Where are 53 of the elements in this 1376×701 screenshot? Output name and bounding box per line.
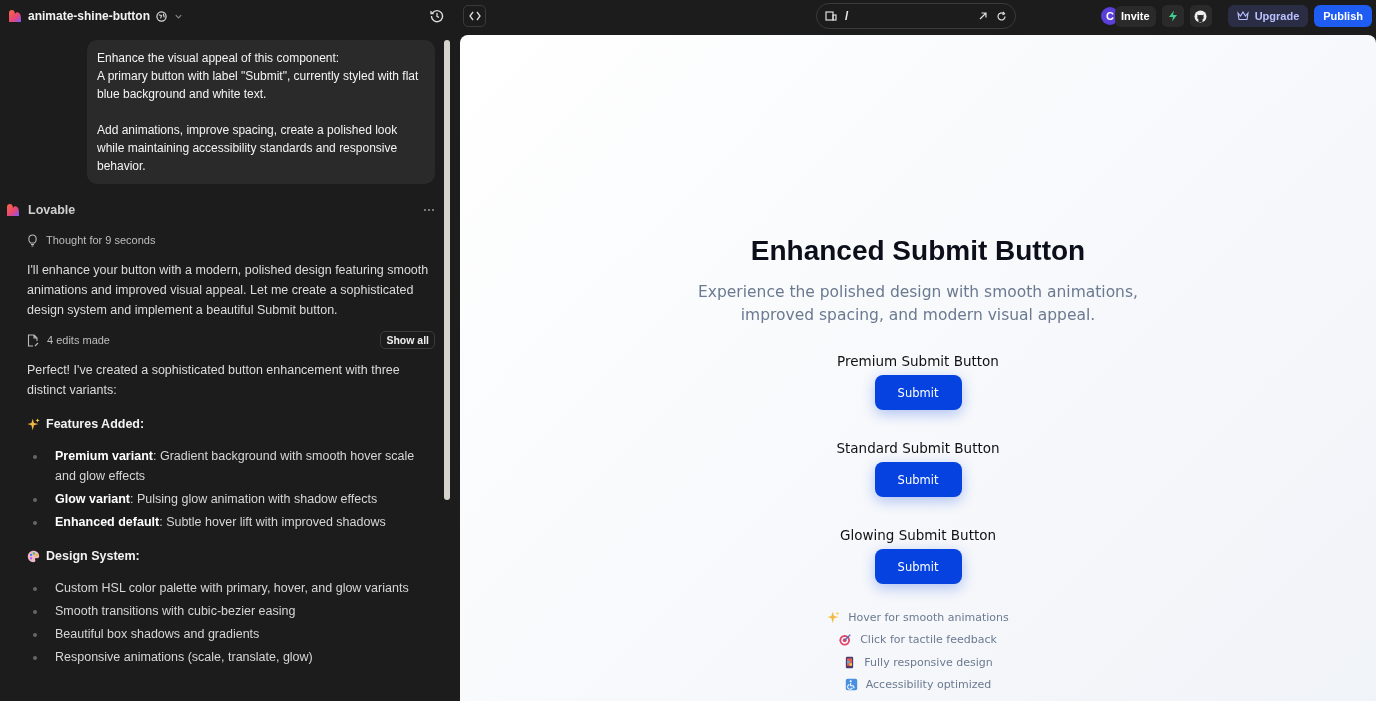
user-message: Enhance the visual appeal of this component: A primary button with label "Submit", currently styled with flat blue background and white text. Add animations, improve spacing, create a polished look while maintaining accessibility standards and responsive behavior. — [87, 40, 435, 184]
list-item: Custom HSL color palette with primary, hover, and glow variants — [55, 580, 409, 597]
feature-text: Fully responsive design — [864, 655, 993, 669]
file-edit-icon — [27, 333, 39, 347]
heart-logo-icon — [6, 203, 20, 217]
edits-count: 4 edits made — [47, 333, 110, 348]
list-item: Enhanced default: Subtle hover lift with improved shadows — [55, 514, 386, 531]
submit-button[interactable]: Submit — [874, 462, 962, 497]
feature-text: Hover for smooth animations — [848, 610, 1009, 624]
submit-button[interactable]: Submit — [874, 375, 962, 410]
upgrade-button[interactable]: Upgrade — [1227, 5, 1309, 27]
list-item: Glow variant: Pulsing glow animation with shadow effects — [55, 491, 378, 508]
assistant-name: Lovable — [28, 202, 76, 219]
publish-button[interactable]: Publish — [1314, 5, 1372, 27]
globe-icon — [156, 10, 167, 22]
assistant-message: Perfect! I've created a sophisticated button enhancement with three distinct variants: — [27, 362, 401, 399]
list-item: Beautiful box shadows and gradients — [55, 626, 260, 643]
external-arrow-icon[interactable] — [978, 11, 988, 21]
feature-text: Click for tactile feedback — [860, 633, 997, 647]
code-icon — [468, 11, 481, 21]
sparkles-icon — [827, 610, 841, 624]
heart-logo-icon[interactable] — [8, 9, 22, 23]
sparkles-icon — [27, 417, 40, 431]
show-all-button[interactable]: Show all — [380, 331, 435, 349]
devices-icon[interactable] — [825, 11, 837, 21]
palette-icon — [27, 549, 40, 563]
more-options-icon[interactable] — [423, 208, 435, 212]
code-toggle-button[interactable] — [463, 5, 486, 27]
url-text[interactable]: / — [845, 9, 970, 23]
page-subtitle: Experience the polished design with smooth animations, improved spacing, and modern visual appeal. — [697, 282, 1139, 326]
lightbulb-icon — [27, 233, 38, 247]
accessibility-icon — [844, 678, 858, 692]
variant-label: Glowing Submit Button — [839, 527, 997, 543]
variant-label: Premium Submit Button — [837, 353, 999, 369]
bolt-icon[interactable] — [1161, 5, 1184, 27]
section-heading: Design System: — [46, 548, 140, 565]
section-heading: Features Added: — [46, 416, 145, 433]
page-title: Enhanced Submit Button — [750, 235, 1086, 267]
scrollbar[interactable] — [444, 40, 450, 500]
list-item: Premium variant: Gradient background with smooth hover scale and glow effects — [55, 448, 416, 485]
project-name[interactable]: animate-shine-button — [28, 9, 150, 23]
list-item: Smooth transitions with cubic-bezier easing — [55, 603, 296, 620]
feature-text: Accessibility optimized — [865, 678, 992, 692]
variant-label: Standard Submit Button — [836, 440, 1000, 456]
history-icon[interactable] — [430, 9, 444, 23]
thought-duration[interactable]: Thought for 9 seconds — [46, 230, 156, 250]
crown-icon — [1236, 11, 1249, 21]
assistant-message: I'll enhance your button with a modern, polished design featuring smooth animations and improved visual appeal. Let me create a sophisticated design system and implement a beautiful Submit button. — [27, 262, 430, 319]
target-icon — [839, 633, 853, 647]
submit-button[interactable]: Submit — [874, 549, 962, 584]
list-item: Responsive animations (scale, translate, glow) — [55, 649, 313, 666]
refresh-icon[interactable] — [996, 10, 1007, 22]
invite-button[interactable]: Invite — [1114, 5, 1156, 27]
